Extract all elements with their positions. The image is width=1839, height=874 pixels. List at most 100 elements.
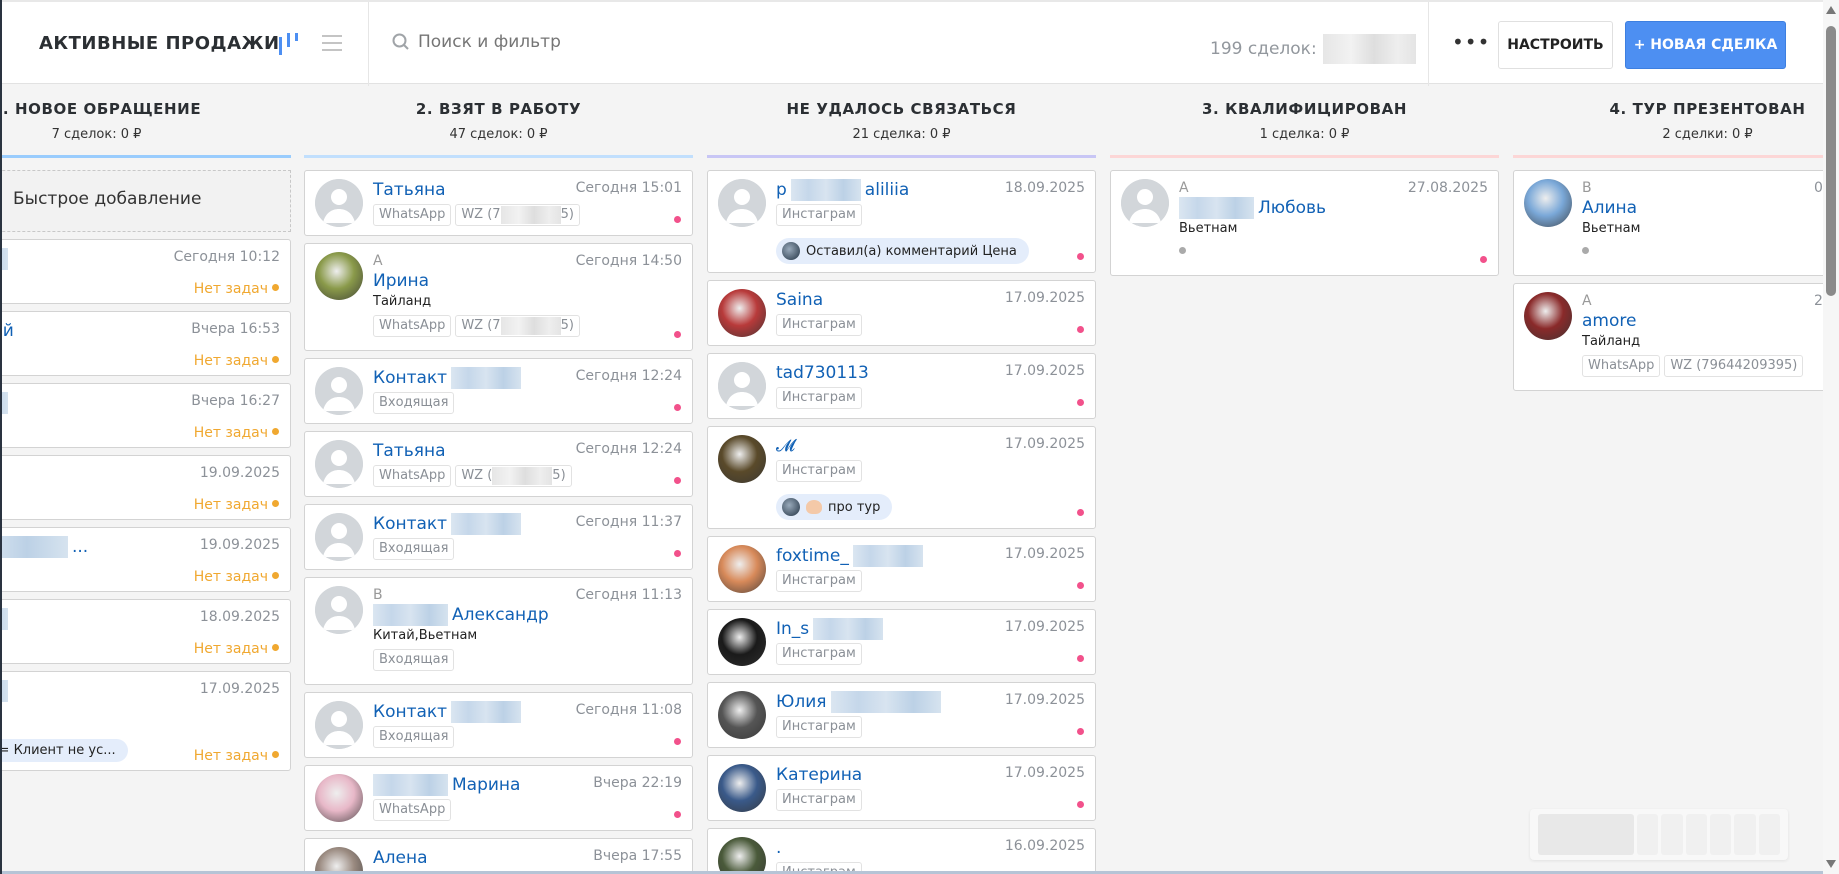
tag[interactable]: Входящая [373,392,455,414]
tag[interactable]: Инстаграм [776,716,862,738]
tag-label: Инстаграм [782,646,856,661]
tag[interactable]: WhatsApp [373,465,452,487]
deal-date: 17.09.2025 [199,681,280,697]
unread-dot [1480,256,1487,263]
tag[interactable]: Инстаграм [776,387,862,409]
deal-card[interactable]: актящая== SYSTEM WZ === Клиент не ус...1… [0,671,291,771]
deal-card[interactable]: нака с сайта19.09.2025Нет задач [0,455,291,520]
tag[interactable]: Инстаграм [776,789,862,811]
deal-card[interactable]: АленаВчера 17:551дн [304,838,693,874]
deal-card[interactable]: Контакт Входящая Сегодня 11:08 [304,692,693,758]
deal-card[interactable]: В Алина Вьетнам 0 [1513,170,1823,276]
tasks-status[interactable]: Нет задач [194,353,268,369]
tag-list: Инстаграм [776,643,1085,665]
tag[interactable]: Инстаграм [776,204,862,226]
tag[interactable]: WZ (5) [455,465,572,487]
scrollbar-thumb[interactable] [1826,26,1836,296]
tag[interactable]: Входящая [373,726,455,748]
tag[interactable]: WZ (7 5) [455,315,580,337]
deal-card[interactable]: Контакт Входящая Сегодня 11:37 [304,504,693,570]
scroll-up-arrow-icon[interactable] [1826,6,1836,14]
redacted-phone [500,206,561,224]
deal-name-link[interactable]: Любовь [1179,197,1488,219]
deal-card[interactable]: p aliliia Инстаграм Оставил(а) комментарий … [707,170,1096,273]
deal-card[interactable]: Катерина Инстаграм 17.09.2025 [707,755,1096,821]
deal-name-link[interactable]: Александр [373,604,682,626]
avatar-placeholder-icon [315,440,363,488]
tag[interactable]: WhatsApp [1582,355,1661,377]
scrollbar[interactable] [1823,0,1839,874]
more-options-button[interactable]: ••• [1452,30,1490,54]
column-color-bar [707,155,1096,158]
deal-card[interactable]: Контакт Входящая Сегодня 12:24 [304,358,693,424]
tasks-status[interactable]: Нет задач [194,641,268,657]
deal-card[interactable]: . Инстаграм 16.09.2025 [707,828,1096,874]
deal-card[interactable]: актящая18.09.2025Нет задач [0,599,291,664]
deal-card[interactable]: 𝓜 Инстаграм про тур 17.09.2025 [707,426,1096,529]
tag[interactable]: WZ (7 5) [455,204,580,226]
deal-card[interactable]: In_s Инстаграм 17.09.2025 [707,609,1096,675]
search-input[interactable] [418,32,918,52]
deal-card[interactable]: Марина WhatsApp Вчера 22:19 [304,765,693,831]
tag[interactable]: Инстаграм [776,570,862,592]
tag[interactable]: Инстаграм [776,643,862,665]
tag[interactable]: WhatsApp [373,204,452,226]
column-deal-count: 47 сделок: 0 ₽ [449,127,548,142]
quick-add-button[interactable]: Быстрое добавление [0,170,291,232]
tag[interactable]: Входящая [373,649,455,671]
tasks-status[interactable]: Нет задач [194,748,268,764]
new-deal-button[interactable]: + НОВАЯ СДЕЛКА [1625,21,1786,69]
tasks-status[interactable]: Нет задач [194,497,268,513]
deal-card[interactable]: Татьяна WhatsApp WZ (5) Сегодня 12:24 [304,431,693,497]
deal-name: Катерина [776,765,863,785]
redacted-name-part [1179,197,1254,219]
deal-name-link[interactable]: Алина [1582,197,1823,219]
deal-destination: Тайланд [373,294,432,309]
deal-date: 16.09.2025 [1004,838,1085,854]
avatar-photo [1524,292,1572,340]
tasks-status[interactable]: Нет задач [194,569,268,585]
deal-card[interactable]: актящаяСегодня 10:12Нет задач [0,239,291,304]
deal-card[interactable]: Юлия Инстаграм 17.09.2025 [707,682,1096,748]
last-message-bubble[interactable]: про тур [776,494,893,520]
deal-card[interactable]: А Ирина Тайланд WhatsApp WZ (7 5) Сегодня 14:5… [304,243,693,351]
deal-card[interactable]: tad730113 Инстаграм 17.09.2025 [707,353,1096,419]
deal-name-link[interactable]: Ирина [373,270,682,292]
setup-button[interactable]: НАСТРОИТЬ [1498,21,1613,69]
tasks-status[interactable]: Нет задач [194,425,268,441]
deal-card[interactable]: foxtime_ Инстаграм 17.09.2025 [707,536,1096,602]
deal-card[interactable]: лов АлексейящаяВчера 16:53Нет задач [0,311,291,376]
deal-name-link[interactable]: amore [1582,310,1823,332]
deal-card[interactable]: Saina Инстаграм 17.09.2025 [707,280,1096,346]
deal-card[interactable]: А Любовь Вьетнам 27.08.2025 [1110,170,1499,276]
tag[interactable]: WhatsApp [373,315,452,337]
deal-card[interactable]: ...ящая19.09.2025Нет задач [0,527,291,592]
unread-dot [1077,399,1084,406]
scroll-down-arrow-icon[interactable] [1826,860,1836,868]
tag-label: Входящая [379,395,449,410]
bottom-widget-redacted[interactable] [1530,809,1788,860]
deal-card[interactable]: В Александр Китай,Вьетнам Входящая Сегодня 1… [304,577,693,685]
list-view-icon[interactable] [322,33,342,53]
tasks-status-dot [272,284,279,291]
kanban-view-icon[interactable] [279,33,303,55]
deal-name-suffix: Любовь [1258,198,1327,218]
deal-card[interactable]: актящаяВчера 16:27Нет задач [0,383,291,448]
widget-block [1734,814,1756,855]
search-bar[interactable] [392,32,918,52]
redacted-name-part [451,701,522,723]
tag[interactable]: Инстаграм [776,460,862,482]
deal-card[interactable]: Аamore Тайланд WhatsApp WZ (79644209395) 2 [1513,283,1823,391]
tag[interactable]: Входящая [373,538,455,560]
tag[interactable]: Инстаграм [776,314,862,336]
deal-name-suffix: Александр [452,605,549,625]
avatar-placeholder-icon [315,701,363,749]
tag[interactable]: WZ (79644209395) [1664,355,1804,377]
unread-dot [674,216,681,223]
deal-card[interactable]: Татьяна WhatsApp WZ (7 5) Сегодня 15:01 [304,170,693,236]
tag-list: ящая [0,705,280,727]
last-message-bubble[interactable]: Оставил(а) комментарий Цена [776,238,1029,264]
last-message-bubble[interactable]: == SYSTEM WZ === Клиент не ус... [0,739,128,762]
tasks-status[interactable]: Нет задач [194,281,268,297]
tag[interactable]: WhatsApp [373,799,452,821]
